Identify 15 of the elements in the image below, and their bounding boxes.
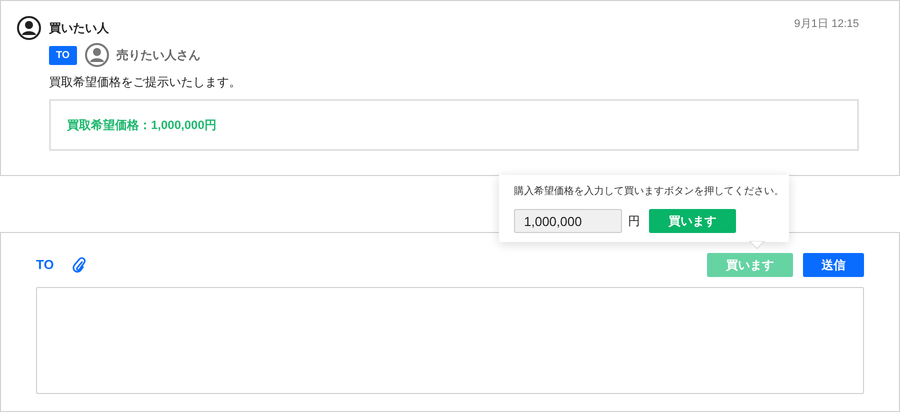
recipient-name: 売りたい人さん <box>116 47 201 64</box>
yen-unit: 円 <box>628 213 640 230</box>
message-text: 買取希望価格をご提示いたします。 <box>48 74 242 91</box>
send-button[interactable]: 送信 <box>803 253 864 277</box>
price-input[interactable]: 1,000,000 <box>514 209 622 233</box>
user-avatar-icon <box>17 16 41 40</box>
paperclip-icon[interactable] <box>72 257 86 273</box>
offer-price: 買取希望価格：1,000,000円 <box>67 117 216 134</box>
message-time: 9月1日 12:15 <box>794 17 859 32</box>
sender-name: 買いたい人 <box>49 20 109 37</box>
popover-buy-button[interactable]: 買います <box>649 209 736 233</box>
to-badge: TO <box>49 46 77 64</box>
message-input[interactable] <box>36 287 864 394</box>
recipient-avatar-icon <box>84 43 109 67</box>
to-label: TO <box>36 256 54 274</box>
